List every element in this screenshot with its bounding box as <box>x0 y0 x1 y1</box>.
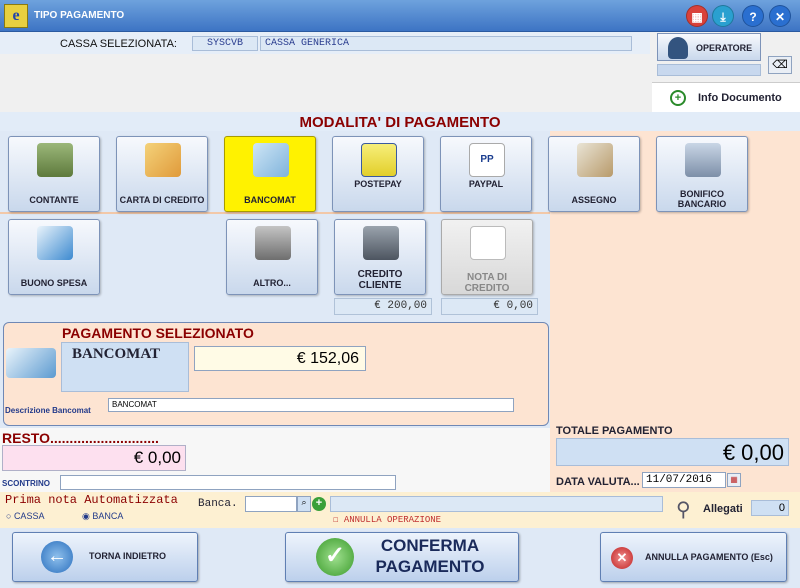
altro-button[interactable]: ALTRO... <box>226 219 318 295</box>
selected-method-box: BANCOMAT <box>61 342 189 392</box>
section-title: MODALITA' DI PAGAMENTO <box>299 114 501 131</box>
cancel-icon: ✕ <box>611 547 633 569</box>
option-banca[interactable]: ◉ BANCA <box>82 511 123 522</box>
annulla-operazione-checkbox[interactable]: ☐ ANNULLA OPERAZIONE <box>333 515 441 525</box>
nota-di-credito-button[interactable]: NOTA DI CREDITO <box>441 219 533 295</box>
confirm-label-2: PAGAMENTO <box>375 557 485 576</box>
torna-indietro-button[interactable]: ← TORNA INDIETRO <box>12 532 198 582</box>
eraser-icon[interactable]: ⌫ <box>768 56 792 74</box>
zoom-icon: + <box>670 90 686 106</box>
nota-di-credito-amount: € 0,00 <box>441 298 538 315</box>
annulla-pagamento-button[interactable]: ✕ ANNULLA PAGAMENTO (Esc) <box>600 532 787 582</box>
cassa-label: CASSA SELEZIONATA: <box>60 38 177 50</box>
window-title: TIPO PAGAMENTO <box>34 10 125 21</box>
paypal-button[interactable]: PP PAYPAL <box>440 136 532 212</box>
selected-card-icon <box>6 348 56 378</box>
carta-di-credito-button[interactable]: CARTA DI CREDITO <box>116 136 208 212</box>
close-icon[interactable]: ✕ <box>769 5 791 27</box>
option-banca-label: BANCA <box>92 511 124 521</box>
app-logo-icon: e <box>4 4 28 28</box>
annulla-operazione-label: ANNULLA OPERAZIONE <box>343 515 442 525</box>
cheque-icon <box>577 143 613 177</box>
operatore-field <box>657 64 761 76</box>
banca-label: Banca. <box>198 498 238 510</box>
option-cassa[interactable]: ○ CASSA <box>6 511 44 521</box>
cassa-code-field: SYSCVB <box>192 36 258 51</box>
bancomat-card-icon <box>253 143 289 177</box>
check-icon: ✓ <box>316 538 354 576</box>
search-icon[interactable]: ⌕ <box>297 496 311 512</box>
help-icon[interactable]: ? <box>742 5 764 27</box>
bonifico-bancario-button[interactable]: BONIFICO BANCARIO <box>656 136 748 212</box>
postepay-button[interactable]: POSTEPAY <box>332 136 424 212</box>
add-icon[interactable]: + <box>312 497 326 511</box>
data-valuta-label: DATA VALUTA... <box>556 476 640 488</box>
banca-name-field <box>330 496 663 512</box>
allegati-label: Allegati <box>703 503 743 515</box>
description-input[interactable]: BANCOMAT <box>108 398 514 412</box>
data-valuta-input[interactable]: 11/07/2016 <box>642 472 726 488</box>
scontrino-label: SCONTRINO <box>2 479 50 488</box>
row-divider <box>0 212 550 214</box>
resto-value: € 0,00 <box>2 445 186 471</box>
operatore-button[interactable]: OPERATORE <box>657 33 761 61</box>
paypal-icon: PP <box>469 143 505 177</box>
back-label: TORNA INDIETRO <box>89 551 167 561</box>
prima-nota-label: Prima nota Automatizzata <box>5 493 178 507</box>
confirm-label-1: CONFERMA <box>380 536 480 555</box>
cassa-name-field: CASSA GENERICA <box>260 36 632 51</box>
postepay-card-icon <box>361 143 397 177</box>
allegati-count: 0 <box>751 500 789 516</box>
safe-icon <box>363 226 399 260</box>
selected-method-label: BANCOMAT <box>72 346 161 362</box>
banca-input[interactable] <box>245 496 297 512</box>
info-documento-label: Info Documento <box>698 92 782 104</box>
resto-label: RESTO............................ <box>2 430 159 446</box>
document-icon <box>470 226 506 260</box>
assegno-button[interactable]: ASSEGNO <box>548 136 640 212</box>
description-label: Descrizione Bancomat <box>5 406 91 415</box>
scontrino-input[interactable] <box>60 475 396 490</box>
back-arrow-icon: ← <box>41 541 73 573</box>
credito-cliente-button[interactable]: CREDITO CLIENTE <box>334 219 426 295</box>
selected-payment-heading: PAGAMENTO SELEZIONATO <box>62 325 254 341</box>
bank-icon <box>685 143 721 177</box>
paperclip-icon[interactable]: ⚲ <box>676 498 694 522</box>
download-icon[interactable]: ⤓ <box>712 5 734 27</box>
calculator-icon[interactable]: ▦ <box>686 5 708 27</box>
credito-cliente-amount: € 200,00 <box>334 298 432 315</box>
totale-value: € 0,00 <box>556 438 789 466</box>
bancomat-button[interactable]: BANCOMAT <box>224 136 316 212</box>
option-cassa-label: CASSA <box>13 511 45 521</box>
user-icon <box>668 37 688 59</box>
buono-spesa-button[interactable]: BUONO SPESA <box>8 219 100 295</box>
cancel-label: ANNULLA PAGAMENTO (Esc) <box>645 552 773 562</box>
info-documento-button[interactable]: + Info Documento <box>652 82 800 112</box>
credit-card-icon <box>145 143 181 177</box>
cash-register-icon <box>255 226 291 260</box>
totale-label: TOTALE PAGAMENTO <box>556 425 673 437</box>
calendar-icon[interactable]: ▦ <box>727 473 741 487</box>
conferma-pagamento-button[interactable]: ✓ CONFERMA PAGAMENTO <box>285 532 519 582</box>
operatore-label: OPERATORE <box>696 43 753 53</box>
voucher-icon <box>37 226 73 260</box>
cash-icon <box>37 143 73 177</box>
contante-button[interactable]: CONTANTE <box>8 136 100 212</box>
selected-amount-field[interactable]: € 152,06 <box>194 346 366 371</box>
